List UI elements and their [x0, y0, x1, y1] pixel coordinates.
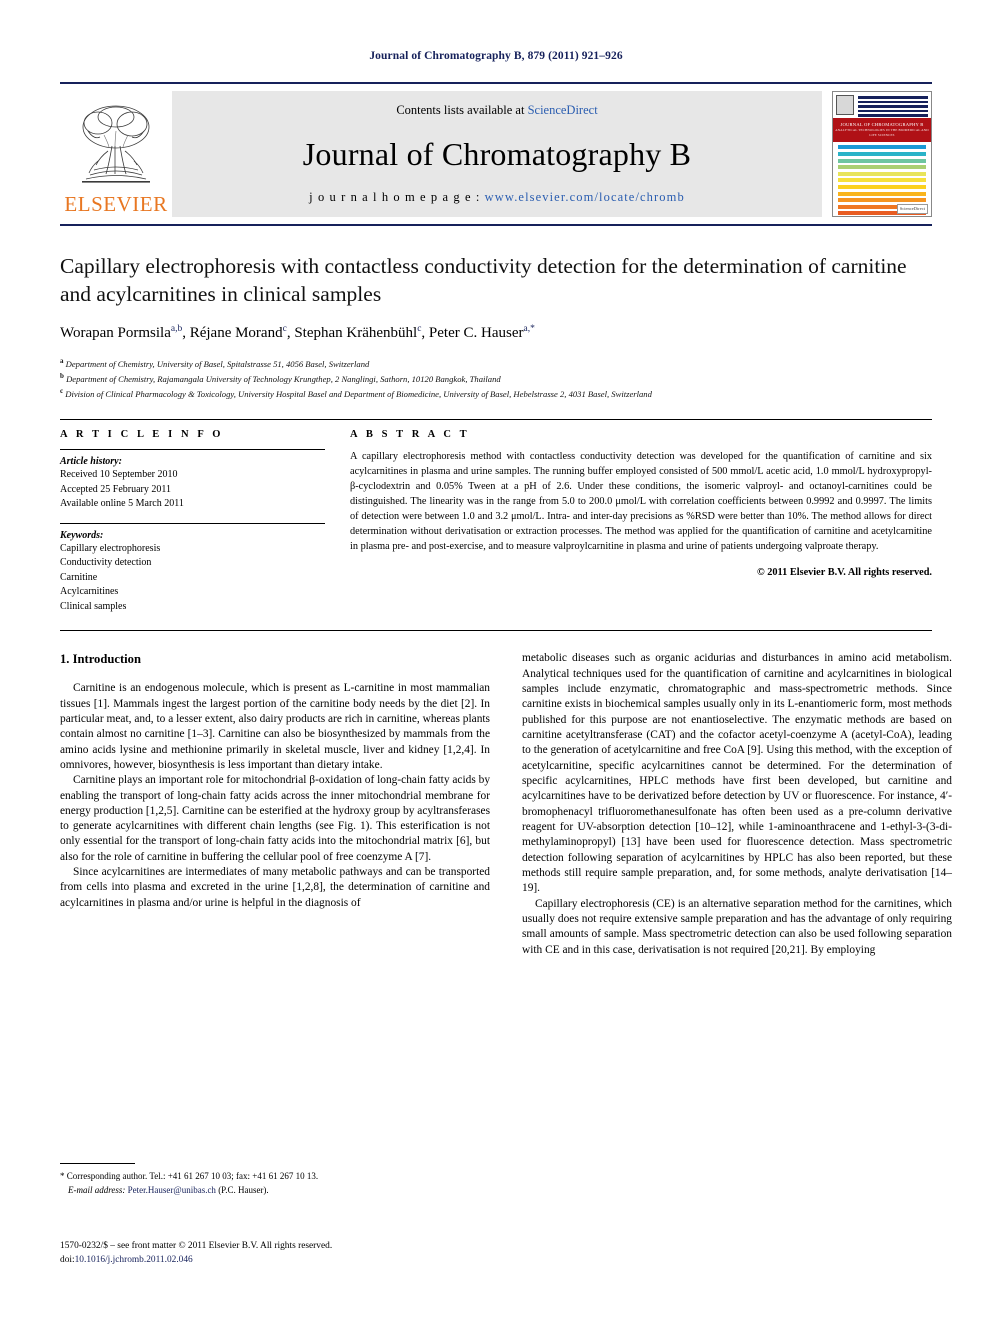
journal-homepage-link[interactable]: www.elsevier.com/locate/chromb — [485, 190, 685, 204]
email-suffix: (P.C. Hauser). — [218, 1184, 269, 1195]
article-history-online: Available online 5 March 2011 — [60, 498, 184, 510]
section-heading-introduction: 1. Introduction — [60, 652, 141, 667]
author-affil-mark: c — [282, 323, 287, 334]
homepage-label: j o u r n a l h o m e p a g e : — [309, 190, 485, 204]
body-columns: 1. Introduction Carnitine is an endogeno… — [60, 651, 952, 958]
author-name: Peter C. Hauser — [428, 324, 524, 341]
keyword-item: Conductivity detection — [60, 557, 152, 569]
masthead-bottom-rule — [60, 224, 932, 226]
affiliation-item: a Department of Chemistry, University of… — [60, 356, 932, 371]
author-list: Worapan Pormsilaa,b, Réjane Morandc, Ste… — [60, 323, 535, 341]
article-info-rule — [60, 449, 325, 451]
abstract-heading: A B S T R A C T — [350, 429, 470, 441]
paper-page: Journal of Chromatography B, 879 (2011) … — [0, 0, 992, 1323]
author-name: Worapan Pormsila — [60, 324, 171, 341]
body-paragraph: Carnitine plays an important role for mi… — [60, 774, 491, 863]
article-history-accepted: Accepted 25 February 2011 — [60, 483, 171, 495]
keyword-item: Carnitine — [60, 571, 98, 583]
author-affil-mark: a,b — [170, 323, 183, 334]
affiliation-text: Division of Clinical Pharmacology & Toxi… — [65, 388, 652, 399]
footnote-rule — [60, 1163, 135, 1164]
body-paragraph: Capillary electrophoresis (CE) is an alt… — [522, 897, 952, 956]
affiliation-item: b Department of Chemistry, Rajamangala U… — [60, 371, 932, 386]
body-paragraph: Carnitine is an endogenous molecule, whi… — [60, 682, 490, 771]
copyright-line: © 2011 Elsevier B.V. All rights reserved… — [756, 567, 932, 579]
sciencedirect-link[interactable]: ScienceDirect — [528, 103, 598, 117]
info-top-rule — [60, 419, 932, 421]
affiliation-mark: c — [60, 387, 64, 396]
page-title: Capillary electrophoresis with contactle… — [60, 254, 907, 307]
article-info-column: A R T I C L E I N F O Article history: R… — [60, 429, 325, 614]
journal-title: Journal of Chromatography B — [302, 136, 692, 172]
keyword-item: Capillary electrophoresis — [60, 542, 161, 554]
elsevier-wordmark: ELSEVIER — [64, 192, 168, 216]
journal-homepage-line: j o u r n a l h o m e p a g e : www.else… — [309, 190, 685, 205]
info-abstract-row: A R T I C L E I N F O Article history: R… — [60, 429, 932, 614]
cover-band-subtitle: ANALYTICAL TECHNOLOGIES IN THE BIOMEDICA… — [835, 128, 929, 137]
masthead-center-panel: Contents lists available at ScienceDirec… — [172, 91, 822, 217]
cover-header-lines — [858, 95, 928, 117]
contents-prefix: Contents lists available at — [396, 103, 528, 117]
running-head: Journal of Chromatography B, 879 (2011) … — [369, 50, 623, 62]
affiliation-list: a Department of Chemistry, University of… — [60, 356, 932, 402]
cover-title-band: JOURNAL OF CHROMATOGRAPHY B ANALYTICAL T… — [833, 118, 931, 143]
keyword-item: Clinical samples — [60, 600, 127, 612]
journal-cover-thumbnail: JOURNAL OF CHROMATOGRAPHY B ANALYTICAL T… — [832, 91, 932, 217]
author-affil-mark: a,* — [523, 323, 535, 334]
issn-front-matter: 1570-0232/$ – see front matter © 2011 El… — [60, 1241, 333, 1251]
author-email-link[interactable]: Peter.Hauser@unibas.ch — [128, 1185, 216, 1195]
info-bottom-rule — [60, 630, 932, 632]
keywords-label: Keywords: — [60, 529, 104, 541]
keyword-item: Acylcarnitines — [60, 586, 119, 598]
email-note: E-mail address: Peter.Hauser@unibas.ch (… — [60, 1184, 490, 1198]
affiliation-item: c Division of Clinical Pharmacology & To… — [60, 386, 932, 401]
elsevier-logo: ELSEVIER — [60, 91, 172, 217]
body-paragraph: metabolic diseases such as organic acidu… — [522, 652, 952, 895]
author-name: Réjane Morand — [189, 324, 283, 341]
cover-footer-note: ScienceDirect — [896, 204, 928, 214]
article-history-label: Article history: — [60, 456, 122, 468]
body-column-left: 1. Introduction Carnitine is an endogeno… — [60, 651, 490, 958]
contents-available-line: Contents lists available at ScienceDirec… — [396, 103, 597, 118]
footnote-area: * Corresponding author. Tel.: +41 61 267… — [60, 1163, 490, 1197]
doi-line: doi:10.1016/j.jchromb.2011.02.046 — [60, 1253, 530, 1267]
affiliation-text: Department of Chemistry, Rajamangala Uni… — [66, 373, 501, 384]
cover-header — [833, 92, 931, 118]
author-affil-mark: c — [417, 323, 422, 334]
affiliation-mark: a — [60, 356, 64, 365]
cover-logo-box — [836, 95, 854, 115]
corresponding-author-note: * Corresponding author. Tel.: +41 61 267… — [60, 1171, 319, 1181]
body-column-right: metabolic diseases such as organic acidu… — [522, 651, 952, 958]
imprint-block: 1570-0232/$ – see front matter © 2011 El… — [60, 1239, 530, 1267]
article-history-received: Received 10 September 2010 — [60, 469, 178, 481]
keywords-rule — [60, 522, 325, 524]
body-paragraph: Since acylcarnitines are intermediates o… — [60, 866, 490, 909]
elsevier-tree-icon — [82, 105, 150, 183]
title-block: Capillary electrophoresis with contactle… — [60, 252, 932, 401]
doi-label: doi: — [60, 1255, 75, 1266]
author-name: Stephan Krähenbühl — [294, 324, 418, 341]
affiliation-mark: b — [60, 371, 64, 380]
article-info-heading: A R T I C L E I N F O — [60, 429, 224, 441]
abstract-column: A B S T R A C T A capillary electrophore… — [350, 429, 932, 614]
doi-link[interactable]: 10.1016/j.jchromb.2011.02.046 — [75, 1255, 193, 1265]
affiliation-text: Department of Chemistry, University of B… — [65, 358, 370, 369]
abstract-text: A capillary electrophoresis method with … — [350, 451, 932, 553]
journal-masthead: ELSEVIER Contents lists available at Sci… — [60, 82, 932, 217]
email-label: E-mail address: — [68, 1184, 126, 1195]
